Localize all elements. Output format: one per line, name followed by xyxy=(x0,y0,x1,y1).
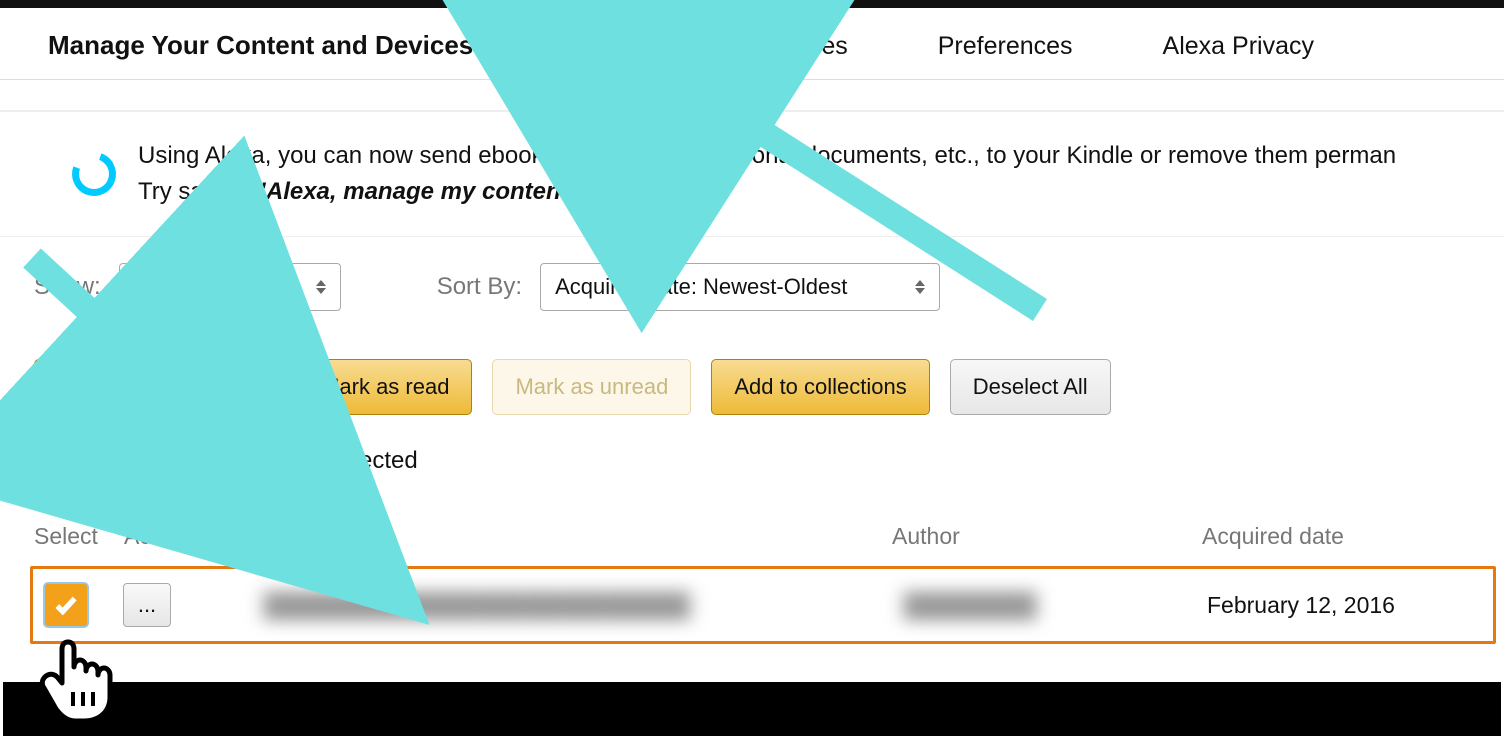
delete-button[interactable]: Delete xyxy=(168,359,278,415)
row-checkbox[interactable] xyxy=(45,584,87,626)
add-to-collections-button[interactable]: Add to collections xyxy=(711,359,929,415)
row-actions-cell: ... xyxy=(129,583,257,627)
header-tabs: Content Devices Preferences Alexa Privac… xyxy=(581,32,1314,79)
col-select: Select xyxy=(34,523,124,550)
alexa-ring-icon xyxy=(65,145,123,203)
sort-icon xyxy=(915,280,925,294)
table-header: Select Actions Title Author Acquired dat… xyxy=(0,475,1504,560)
page-title: Manage Your Content and Devices xyxy=(48,30,473,79)
mark-read-button[interactable]: Mark as read xyxy=(298,359,472,415)
scope-select-value: All xyxy=(270,274,294,300)
show-label: Show: xyxy=(34,273,101,301)
col-author[interactable]: Author xyxy=(892,523,1202,550)
alexa-banner-line2-emph: "Alexa, manage my content" xyxy=(254,178,580,205)
row-title: ██████████████████████████ xyxy=(257,588,697,623)
scope-select[interactable]: All xyxy=(255,263,341,311)
tab-alexa-privacy[interactable]: Alexa Privacy xyxy=(1163,32,1314,79)
sort-icon xyxy=(316,280,326,294)
alexa-banner-line2-suffix: . xyxy=(580,178,587,205)
row-author-cell: ████████ xyxy=(897,588,1207,623)
col-title[interactable]: Title xyxy=(252,523,892,550)
showing-summary: Showing Books--All (1) | 1 selected xyxy=(0,415,1504,475)
showing-bold: Books--All xyxy=(133,447,253,474)
sortby-label: Sort By: xyxy=(437,273,522,301)
row-actions-button[interactable]: ... xyxy=(123,583,171,627)
category-select[interactable]: Books xyxy=(119,263,237,311)
row-author: ████████ xyxy=(897,588,1043,623)
row-title-cell: ██████████████████████████ xyxy=(257,588,897,623)
table-row[interactable]: ... ██████████████████████████ ████████ … xyxy=(30,566,1496,644)
showing-count: (1) | 1 selected xyxy=(253,447,418,474)
tab-devices[interactable]: Devices xyxy=(759,32,848,79)
alexa-banner-text: Using Alexa, you can now send ebooks, au… xyxy=(138,138,1396,210)
row-select-cell xyxy=(39,584,129,626)
bottom-strip xyxy=(3,682,1501,736)
tab-preferences[interactable]: Preferences xyxy=(938,32,1073,79)
check-icon xyxy=(53,592,79,618)
mark-unread-button: Mark as unread xyxy=(492,359,691,415)
filter-row: Show: Books All Sort By: Acquired date: … xyxy=(0,237,1504,311)
row-date: February 12, 2016 xyxy=(1207,592,1395,618)
alexa-banner-line1: Using Alexa, you can now send ebooks, au… xyxy=(138,142,1396,169)
col-actions: Actions xyxy=(124,523,252,550)
alexa-banner: Using Alexa, you can now send ebooks, au… xyxy=(0,111,1504,237)
alexa-banner-line2-prefix: Try saying xyxy=(138,178,254,205)
tab-content[interactable]: Content xyxy=(581,32,669,79)
bulk-action-row: Deliver Delete Mark as read Mark as unre… xyxy=(0,311,1504,415)
category-select-value: Books xyxy=(134,274,195,300)
page-header: Manage Your Content and Devices Content … xyxy=(0,8,1504,80)
deliver-button[interactable]: Deliver xyxy=(34,359,148,415)
row-date-cell: February 12, 2016 xyxy=(1207,592,1493,619)
sort-select-value: Acquired date: Newest-Oldest xyxy=(555,274,847,300)
window-top-strip xyxy=(0,0,1504,8)
sort-select[interactable]: Acquired date: Newest-Oldest xyxy=(540,263,940,311)
sort-icon xyxy=(212,280,222,294)
deselect-all-button[interactable]: Deselect All xyxy=(950,359,1111,415)
col-date[interactable]: Acquired date xyxy=(1202,523,1504,550)
showing-prefix: Showing xyxy=(34,447,133,474)
